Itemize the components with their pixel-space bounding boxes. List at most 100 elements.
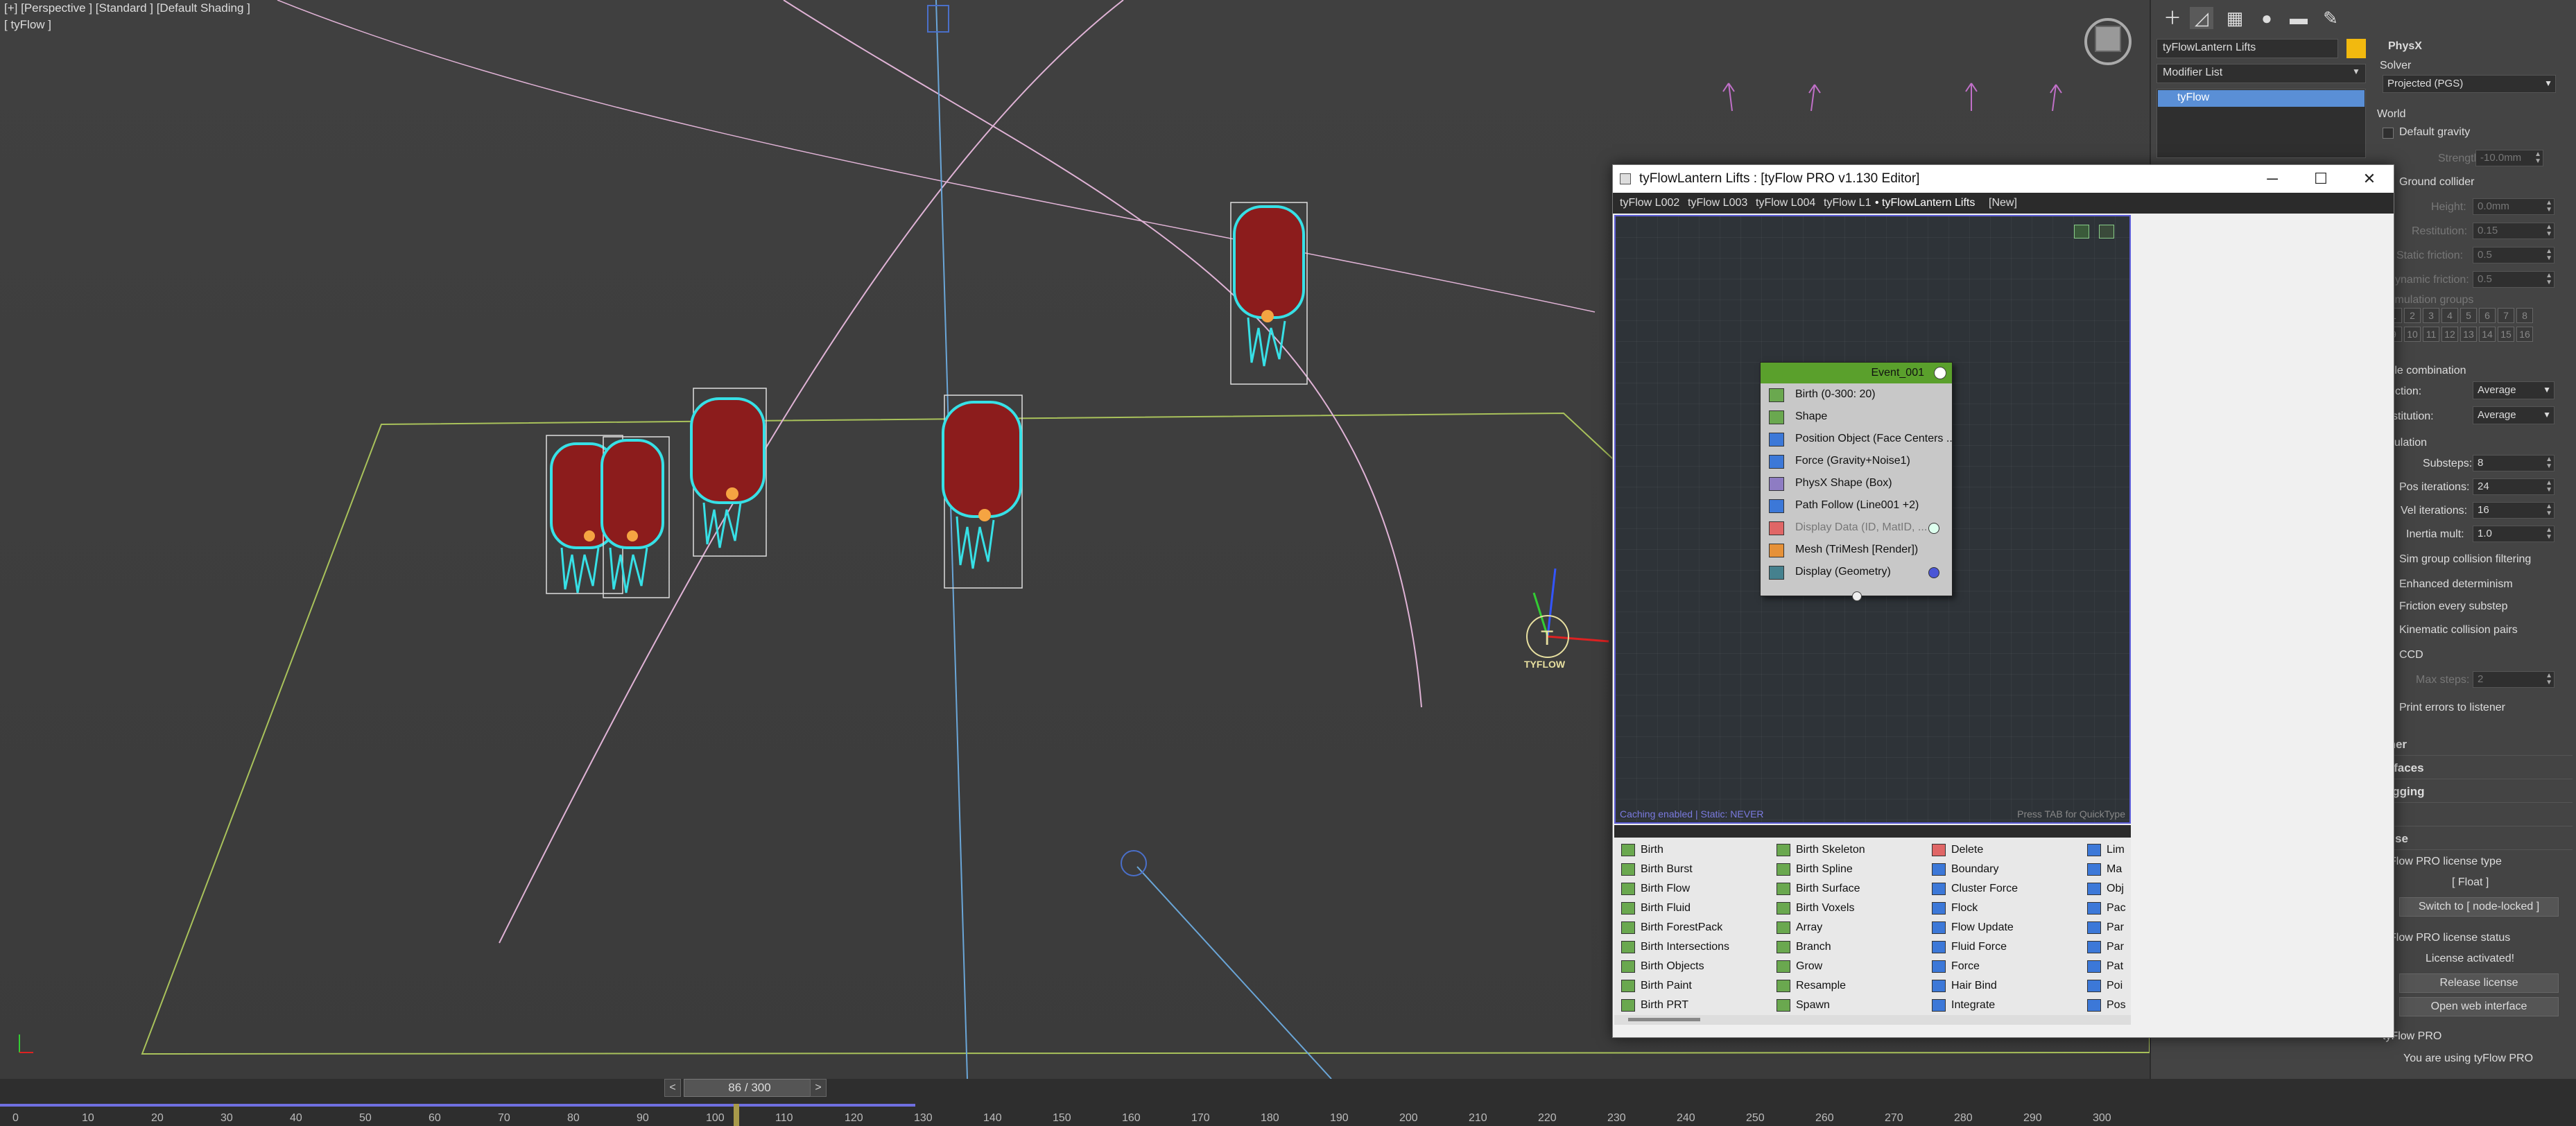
next-frame-button[interactable]: > [810,1079,827,1097]
depot-operator-item[interactable]: Delete [1925,840,2084,860]
inertia-mult-spinner[interactable]: 1.0 ▲ ▼ [2473,526,2555,542]
object-color-swatch[interactable] [2346,39,2366,58]
rollout-license[interactable]: icense [2371,832,2573,850]
event-output-port[interactable] [1852,591,1862,601]
depot-operator-item[interactable]: Birth Objects [1614,957,1774,976]
rollout-interfaces[interactable]: nterfaces [2371,761,2573,779]
depot-operator-item[interactable]: Birth ForestPack [1614,918,1774,937]
release-license-button[interactable]: Release license [2399,973,2559,993]
default-gravity-checkbox[interactable] [2383,128,2394,139]
depot-scrollbar[interactable] [1614,1015,2131,1025]
depot-operator-item[interactable]: Birth Voxels [1770,899,1929,918]
event-operator[interactable]: Mesh (TriMesh [Render]) [1761,539,1952,561]
tab-new[interactable]: [New] [1985,196,2021,212]
dynamic-friction-spinner[interactable]: 0.5 ▲ ▼ [2473,271,2555,288]
sim-group-toggle[interactable]: 8 [2516,308,2533,323]
depot-operator-item[interactable]: Flow Update [1925,918,2084,937]
depot-operator-item[interactable]: Birth Paint [1614,976,1774,996]
sim-group-toggle[interactable]: 7 [2498,308,2514,323]
sim-group-toggle[interactable]: 5 [2460,308,2477,323]
maximize-icon[interactable]: ☐ [2297,165,2345,193]
depot-operator-item[interactable]: Birth Skeleton [1770,840,1929,860]
depot-operator-item[interactable]: Resample [1770,976,1929,996]
depot-operator-item[interactable]: Force [1925,957,2084,976]
tab-tyflow-l1[interactable]: tyFlow L1 [1819,196,1875,212]
utilities-tab-icon[interactable]: ✎ [2319,7,2342,29]
event-header[interactable]: Event_001 [1761,363,1952,383]
event-operator[interactable]: Path Follow (Line001 +2) [1761,494,1952,517]
depot-operator-item[interactable]: Grow [1770,957,1929,976]
enhanced-determinism-checkbox-label[interactable]: Enhanced determinism [2399,578,2513,591]
depot-operator-item[interactable]: Cluster Force [1925,879,2084,899]
static-friction-spinner[interactable]: 0.5 ▲ ▼ [2473,247,2555,263]
switch-license-button[interactable]: Switch to [ node-locked ] [2399,897,2559,917]
depot-operator-item[interactable]: Lim [2080,840,2131,860]
depot-operator-item[interactable]: Obj [2080,879,2131,899]
sim-group-toggle[interactable]: 4 [2441,308,2458,323]
depot-operator-item[interactable]: Par [2080,937,2131,957]
event-operator[interactable]: Display (Geometry) [1761,561,1952,583]
time-slider[interactable]: 86 / 300 [684,1079,815,1097]
event-operator[interactable]: Shape [1761,406,1952,428]
event-operator[interactable]: Display Data (ID, MatID, ... [1761,517,1952,539]
event-operator[interactable]: Birth (0-300: 20) [1761,383,1952,406]
kinematic-pairs-checkbox-label[interactable]: Kinematic collision pairs [2399,624,2518,636]
open-web-interface-button[interactable]: Open web interface [2399,997,2559,1016]
depot-operator-item[interactable]: Birth Fluid [1614,899,1774,918]
depot-operator-item[interactable]: Birth Flow [1614,879,1774,899]
depot-operator-item[interactable]: Birth Spline [1770,860,1929,879]
operator-state-icon[interactable] [1928,523,1939,534]
sim-group-toggle[interactable]: 3 [2423,308,2439,323]
sim-group-toggle[interactable]: 10 [2404,327,2421,342]
sim-group-toggle[interactable]: 15 [2498,327,2514,342]
depot-operator-item[interactable]: Birth PRT [1614,996,1774,1015]
restitution-spinner[interactable]: 0.15 ▲ ▼ [2473,223,2555,239]
tab-tyflow-l004[interactable]: tyFlow L004 [1752,196,1819,212]
depot-operator-item[interactable]: Hair Bind [1925,976,2084,996]
sim-group-toggle[interactable]: 11 [2423,327,2439,342]
solver-dropdown[interactable]: Projected (PGS) ▼ [2383,75,2556,93]
depot-operator-item[interactable]: Boundary [1925,860,2084,879]
timeline[interactable]: 0 10 20 30 40 50 60 70 80 90 100 110 120 130 140 150 160… [0,1079,2576,1126]
time-cursor[interactable] [734,1104,739,1126]
physx-rollout-header[interactable]: PhysX [2388,40,2422,53]
depot-filter-bar[interactable] [1614,825,2131,838]
rollout-timer[interactable]: etimer [2371,738,2573,756]
tab-tyflow-lantern-lifts[interactable]: • tyFlowLantern Lifts [1871,196,1979,212]
create-tab-icon[interactable]: ＋ [2161,7,2184,29]
event-operator[interactable]: Position Object (Face Centers ... [1761,428,1952,450]
sim-group-toggle[interactable]: 14 [2479,327,2496,342]
flow-graph-canvas[interactable]: Event_001 Birth (0-300: 20) Shape Position… [1614,215,2131,824]
depot-operator-item[interactable]: Spawn [1770,996,1929,1015]
tab-tyflow-l003[interactable]: tyFlow L003 [1684,196,1752,212]
depot-operator-item[interactable]: Birth Burst [1614,860,1774,879]
friction-combine-dropdown[interactable]: Average ▼ [2473,381,2555,399]
depot-operator-item[interactable]: Integrate [1925,996,2084,1015]
sim-group-toggle[interactable]: 6 [2479,308,2496,323]
sim-group-toggle[interactable]: 12 [2441,327,2458,342]
depot-operator-item[interactable]: Par [2080,918,2131,937]
minimize-icon[interactable]: ─ [2248,165,2297,193]
event-node[interactable]: Event_001 Birth (0-300: 20) Shape Position… [1760,362,1953,601]
depot-operator-item[interactable]: Fluid Force [1925,937,2084,957]
depot-operator-item[interactable]: Array [1770,918,1929,937]
substeps-spinner[interactable]: 8 ▲ ▼ [2473,455,2555,471]
restitution-combine-dropdown[interactable]: Average ▼ [2473,406,2555,424]
strength-spinner[interactable]: -10.0mm ▲ ▼ [2475,150,2543,166]
rollout-help[interactable]: elp [2371,808,2573,826]
sim-group-toggle[interactable]: 16 [2516,327,2533,342]
vel-iterations-spinner[interactable]: 16 ▲ ▼ [2473,502,2555,519]
display-color-icon[interactable] [1928,567,1939,578]
graph-overview-icon[interactable] [2099,225,2114,239]
event-operator[interactable]: PhysX Shape (Box) [1761,472,1952,494]
object-name-field[interactable]: tyFlowLantern Lifts [2156,39,2338,58]
viewport-label[interactable]: [+] [Perspective ] [Standard ] [Default … [4,1,250,15]
friction-every-substep-checkbox-label[interactable]: Friction every substep [2399,600,2508,613]
tab-tyflow-l002[interactable]: tyFlow L002 [1616,196,1684,212]
rollout-debugging[interactable]: ebugging [2371,785,2573,803]
depot-operator-item[interactable]: Birth [1614,840,1774,860]
event-operator[interactable]: Force (Gravity+Noise1) [1761,450,1952,472]
depot-operator-item[interactable]: Flock [1925,899,2084,918]
depot-operator-item[interactable]: Ma [2080,860,2131,879]
pos-iterations-spinner[interactable]: 24 ▲ ▼ [2473,478,2555,495]
